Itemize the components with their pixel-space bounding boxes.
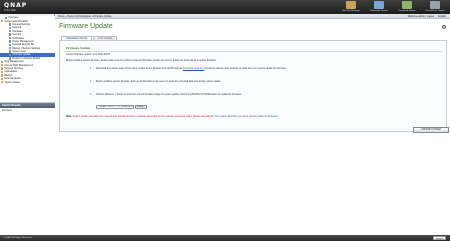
intro-text: Before updating system firmware, please … [66, 60, 217, 62]
step-3: 3. Click the [Browse...] button to select… [90, 94, 242, 96]
step-text-cont: . Read the release notes carefully to ma… [204, 68, 287, 70]
folder-icon [1, 80, 4, 84]
note-text: System update may take tens of seconds t… [72, 116, 215, 118]
multimedia-icon [374, 1, 384, 9]
note-completion-text: The system will inform you when system u… [214, 116, 278, 118]
step-2: 2. Before updating system firmware, back … [90, 81, 221, 83]
camera-icon [430, 1, 440, 9]
search-results-panel: Firmware [0, 108, 55, 235]
firmware-file-row: C:\QNAP\TS-419P_3.2.1_Build0113T.img Bro… [96, 105, 147, 109]
main-content: Firmware Update ? FIRMWARE UPDATE LIVE U… [55, 19, 450, 235]
qnap-logo: QNAP [4, 2, 28, 9]
web-file-manager-shortcut[interactable]: Web File Manager [340, 1, 362, 13]
qnap-website-link[interactable]: http://www.qnap.com [183, 68, 204, 70]
shortcut-label: Web File Manager [342, 9, 360, 12]
navigation-tree: Overview System Administration General Set… [0, 16, 55, 103]
help-icon[interactable]: ? [442, 25, 446, 29]
download-icon [402, 1, 412, 9]
current-version-text: Current firmware version: 3.2.1 Build 01… [66, 54, 111, 56]
step-text: Download the release notes of the same v… [96, 68, 183, 70]
surveillance-station-shortcut[interactable]: Surveillance Station [424, 1, 446, 13]
tree-item-label: System Status [4, 80, 20, 84]
step-text: Before updating system firmware, back up… [96, 81, 222, 83]
tree-item[interactable]: System Status [0, 80, 55, 84]
top-header: QNAP Turbo NAS Web File Manager Multimed… [0, 0, 450, 14]
step-1: 1. Download the release notes of the same… [90, 68, 287, 70]
section-divider [64, 51, 442, 52]
update-note: Note: System update may take tens of sec… [66, 116, 278, 118]
search-result-item[interactable]: Firmware [0, 108, 55, 113]
shortcut-label: Download Station [398, 9, 416, 12]
firmware-file-input[interactable]: C:\QNAP\TS-419P_3.2.1_Build0113T.img [96, 105, 134, 109]
download-station-shortcut[interactable]: Download Station [396, 1, 418, 13]
language-select[interactable]: English [432, 236, 446, 240]
logo-subtitle: Turbo NAS [4, 9, 16, 12]
folder-icon [346, 1, 356, 9]
multimedia-station-shortcut[interactable]: Multimedia Station [368, 1, 390, 13]
shortcut-label: Surveillance Station [425, 9, 445, 12]
firmware-update-panel: Firmware Update Current firmware version… [59, 40, 449, 133]
top-app-icons: Web File Manager Multimedia Station Down… [340, 1, 446, 13]
copyright-text: © QNAP, All Rights Reserved. [3, 237, 33, 239]
breadcrumb-path: Home » System Administration » Firmware … [58, 15, 112, 18]
footer: © QNAP, All Rights Reserved. English [0, 235, 450, 241]
browse-button[interactable]: Browse... [135, 105, 147, 109]
section-title: Firmware Update [66, 46, 91, 50]
page-title: Firmware Update [59, 23, 113, 30]
shortcut-label: Multimedia Station [370, 9, 388, 12]
step-text: Click the [Browse...] button to select t… [96, 94, 242, 96]
note-label: Note: [66, 116, 72, 118]
left-sidebar: Overview System Administration General Set… [0, 14, 55, 235]
update-system-button[interactable]: UPDATE SYSTEM [413, 127, 449, 133]
